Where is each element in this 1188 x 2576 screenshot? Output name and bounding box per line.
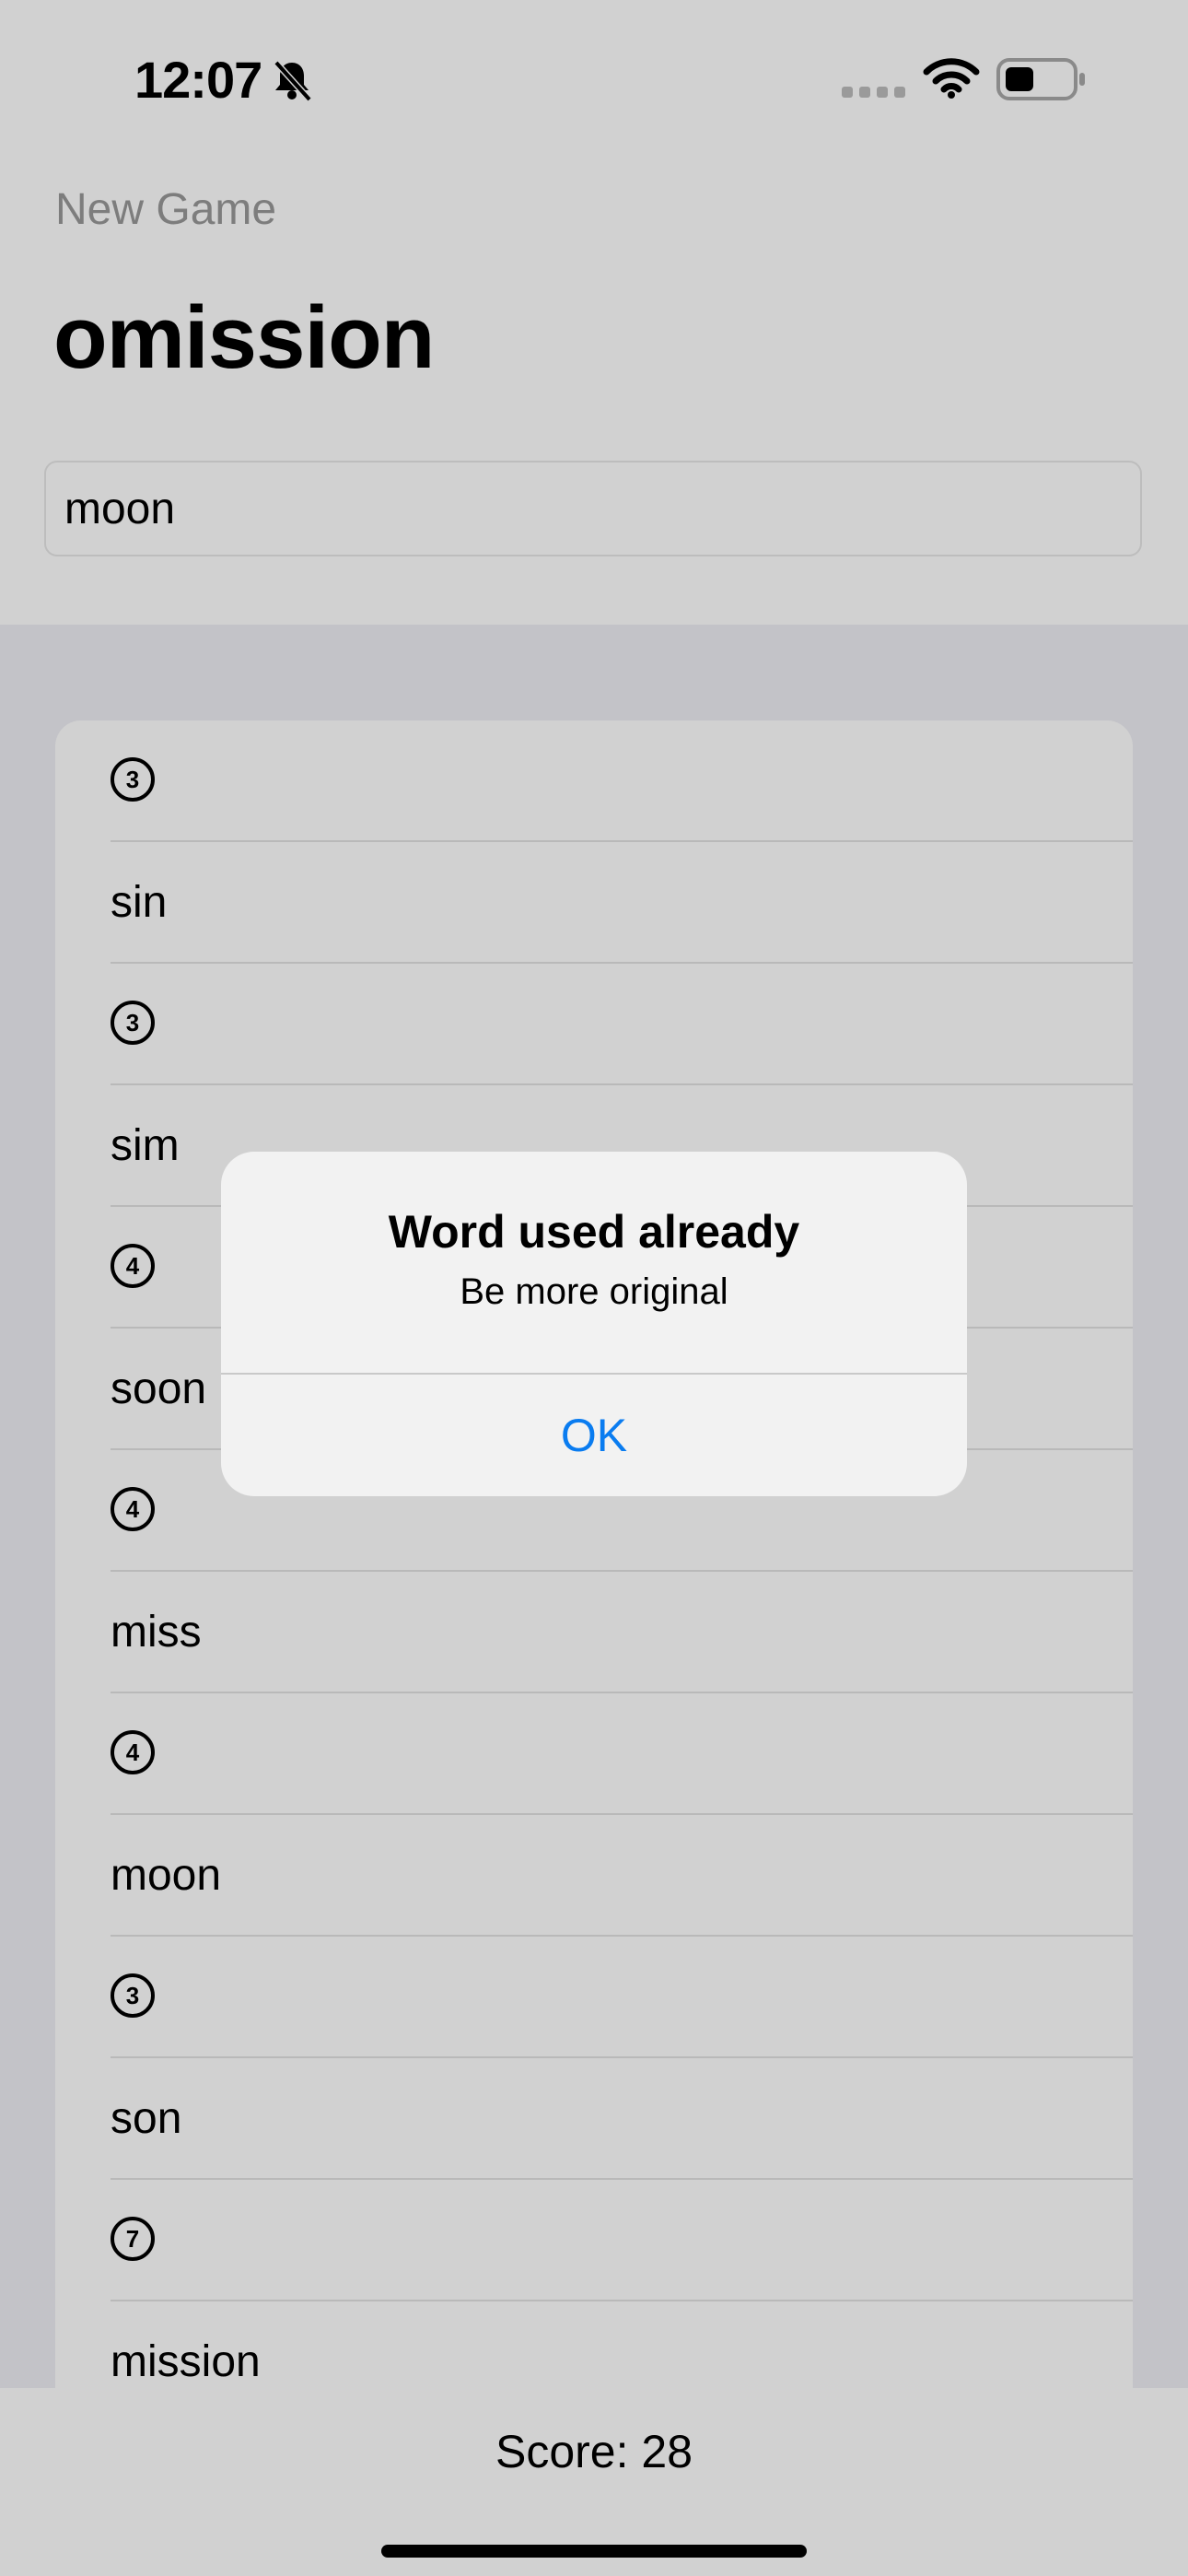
wifi-icon xyxy=(923,58,980,99)
home-indicator[interactable] xyxy=(381,2545,807,2558)
word-input[interactable] xyxy=(44,461,1142,556)
score-badge: 3 xyxy=(111,1973,155,2018)
page-title: omission xyxy=(53,288,435,387)
score-label: Score: 28 xyxy=(495,2426,693,2477)
signal-icon xyxy=(842,87,905,98)
battery-icon xyxy=(996,58,1085,100)
word-label: sin xyxy=(111,878,168,927)
word-label: moon xyxy=(111,1851,222,1900)
list-item-word: moon xyxy=(55,1815,1133,1937)
ok-button[interactable]: OK xyxy=(221,1375,967,1496)
bell-slash-icon xyxy=(274,60,312,102)
alert-title: Word used already xyxy=(388,1206,800,1258)
word-label: soon xyxy=(111,1364,207,1413)
alert-message: Be more original xyxy=(460,1271,728,1312)
status-bar: 12:07 xyxy=(0,0,1188,157)
bottom-bar: Score: 28 xyxy=(0,2388,1188,2576)
list-item-score: 4 xyxy=(55,1693,1133,1815)
word-label: son xyxy=(111,2094,182,2143)
list-item-word: miss xyxy=(55,1572,1133,1693)
word-label: sim xyxy=(111,1121,180,1170)
word-list: 3 sin 3 sim 4 soon 4 miss 4 moon 3 son 7… xyxy=(55,720,1133,2499)
list-item-score: 3 xyxy=(55,1937,1133,2058)
score-badge: 4 xyxy=(111,1487,155,1531)
list-item-word: son xyxy=(55,2058,1133,2180)
alert-dialog: Word used already Be more original OK xyxy=(221,1152,967,1496)
score-badge: 3 xyxy=(111,757,155,802)
score-badge: 7 xyxy=(111,2217,155,2261)
list-item-score: 7 xyxy=(55,2180,1133,2301)
list-item-score: 3 xyxy=(55,964,1133,1085)
header-area: 12:07 New Game omission xyxy=(0,0,1188,625)
word-label: miss xyxy=(111,1608,202,1657)
list-item-score: 3 xyxy=(55,720,1133,842)
new-game-button[interactable]: New Game xyxy=(55,184,276,235)
list-item-word: sin xyxy=(55,842,1133,964)
score-badge: 4 xyxy=(111,1730,155,1774)
status-time: 12:07 xyxy=(134,51,262,109)
score-badge: 3 xyxy=(111,1001,155,1045)
score-badge: 4 xyxy=(111,1244,155,1288)
